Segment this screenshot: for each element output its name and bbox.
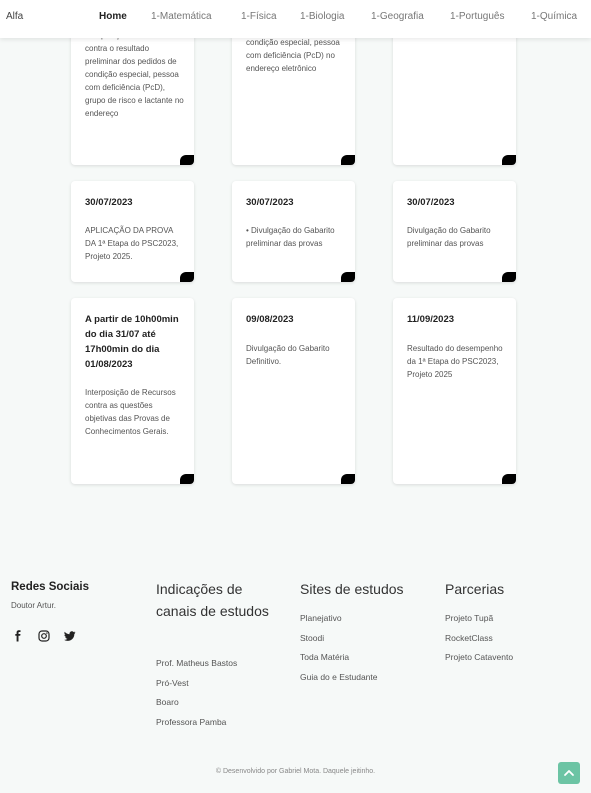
card-corner-decoration — [502, 272, 516, 282]
card-date: 30/07/2023 — [407, 197, 455, 208]
timeline-card: 11/09/2023 Resultado do desempenho da 1ª… — [393, 298, 516, 484]
channel-link[interactable]: Professora Pamba — [156, 717, 226, 727]
card-corner-decoration — [502, 155, 516, 165]
sites-title: Sites de estudos — [300, 581, 404, 597]
nav-biologia[interactable]: 1-Biologia — [300, 11, 344, 22]
channels-title: Indicações de canais de estudos — [156, 581, 269, 619]
timeline-card: 30/07/2023 APLICAÇÃO DA PROVA DA 1ª Etap… — [71, 181, 194, 282]
card-corner-decoration — [180, 474, 194, 484]
card-corner-decoration — [180, 155, 194, 165]
card-date: 11/09/2023 — [407, 314, 455, 325]
nav-home[interactable]: Home — [99, 11, 127, 22]
navbar: Alfa Home 1-Matemática 1-Física 1-Biolog… — [0, 0, 591, 38]
timeline-card: 09/08/2023 Divulgação do Gabarito Defini… — [232, 298, 355, 484]
chevron-up-icon — [564, 770, 574, 776]
card-corner-decoration — [341, 474, 355, 484]
nav-matematica[interactable]: 1-Matemática — [151, 11, 212, 22]
site-link[interactable]: Stoodi — [300, 633, 324, 643]
social-subtitle: Doutor Artur. — [11, 601, 56, 610]
card-description: Interposição de recursos contra o result… — [85, 31, 184, 118]
channel-link[interactable]: Boaro — [156, 697, 179, 707]
card-description: Divulgação do Gabarito preliminar das pr… — [407, 226, 491, 248]
card-corner-decoration — [341, 272, 355, 282]
card-description: Interposição de Recursos contra as quest… — [85, 388, 176, 436]
card-corner-decoration — [180, 272, 194, 282]
card-description: Divulgação do Gabarito Definitivo. — [246, 344, 330, 366]
nav-fisica[interactable]: 1-Física — [241, 11, 277, 22]
timeline-card: 30/07/2023 Divulgação do Gabarito prelim… — [393, 181, 516, 282]
card-description: condição especial, pessoa com deficiênci… — [246, 38, 340, 73]
card-description: Resultado do desempenho da 1ª Etapa do P… — [407, 344, 503, 379]
social-title: Redes Sociais — [11, 581, 89, 593]
partner-link[interactable]: Projeto Catavento — [445, 652, 513, 662]
site-link[interactable]: Planejativo — [300, 613, 342, 623]
card-description: • Divulgação do Gabarito preliminar das … — [246, 226, 335, 248]
channel-link[interactable]: Pró-Vest — [156, 678, 189, 688]
nav-geografia[interactable]: 1-Geografia — [371, 11, 424, 22]
card-corner-decoration — [341, 155, 355, 165]
back-to-top-button[interactable] — [558, 762, 580, 784]
card-date: 09/08/2023 — [246, 314, 294, 325]
card-corner-decoration — [502, 474, 516, 484]
nav-quimica[interactable]: 1-Química — [531, 11, 577, 22]
timeline-card: 30/07/2023 • Divulgação do Gabarito prel… — [232, 181, 355, 282]
twitter-icon[interactable] — [64, 630, 76, 642]
instagram-icon[interactable] — [38, 630, 50, 642]
timeline-card: A partir de 10h00min do dia 31/07 até 17… — [71, 298, 194, 484]
channel-link[interactable]: Prof. Matheus Bastos — [156, 658, 237, 668]
nav-portugues[interactable]: 1-Português — [450, 11, 504, 22]
facebook-icon[interactable] — [12, 630, 24, 642]
copyright-text: © Desenvolvido por Gabriel Mota. Daquele… — [215, 768, 376, 775]
card-date: 30/07/2023 — [246, 197, 294, 208]
brand-logo[interactable]: Alfa — [6, 11, 23, 22]
card-date: A partir de 10h00min do dia 31/07 até 17… — [85, 314, 179, 370]
site-link[interactable]: Toda Matéria — [300, 652, 349, 662]
site-link[interactable]: Guia do e Estudante — [300, 672, 378, 682]
partners-title: Parcerias — [445, 581, 505, 597]
card-date: 30/07/2023 — [85, 197, 133, 208]
card-description: APLICAÇÃO DA PROVA DA 1ª Etapa do PSC202… — [85, 226, 179, 261]
partner-link[interactable]: Projeto Tupã — [445, 613, 493, 623]
partner-link[interactable]: RocketClass — [445, 633, 493, 643]
